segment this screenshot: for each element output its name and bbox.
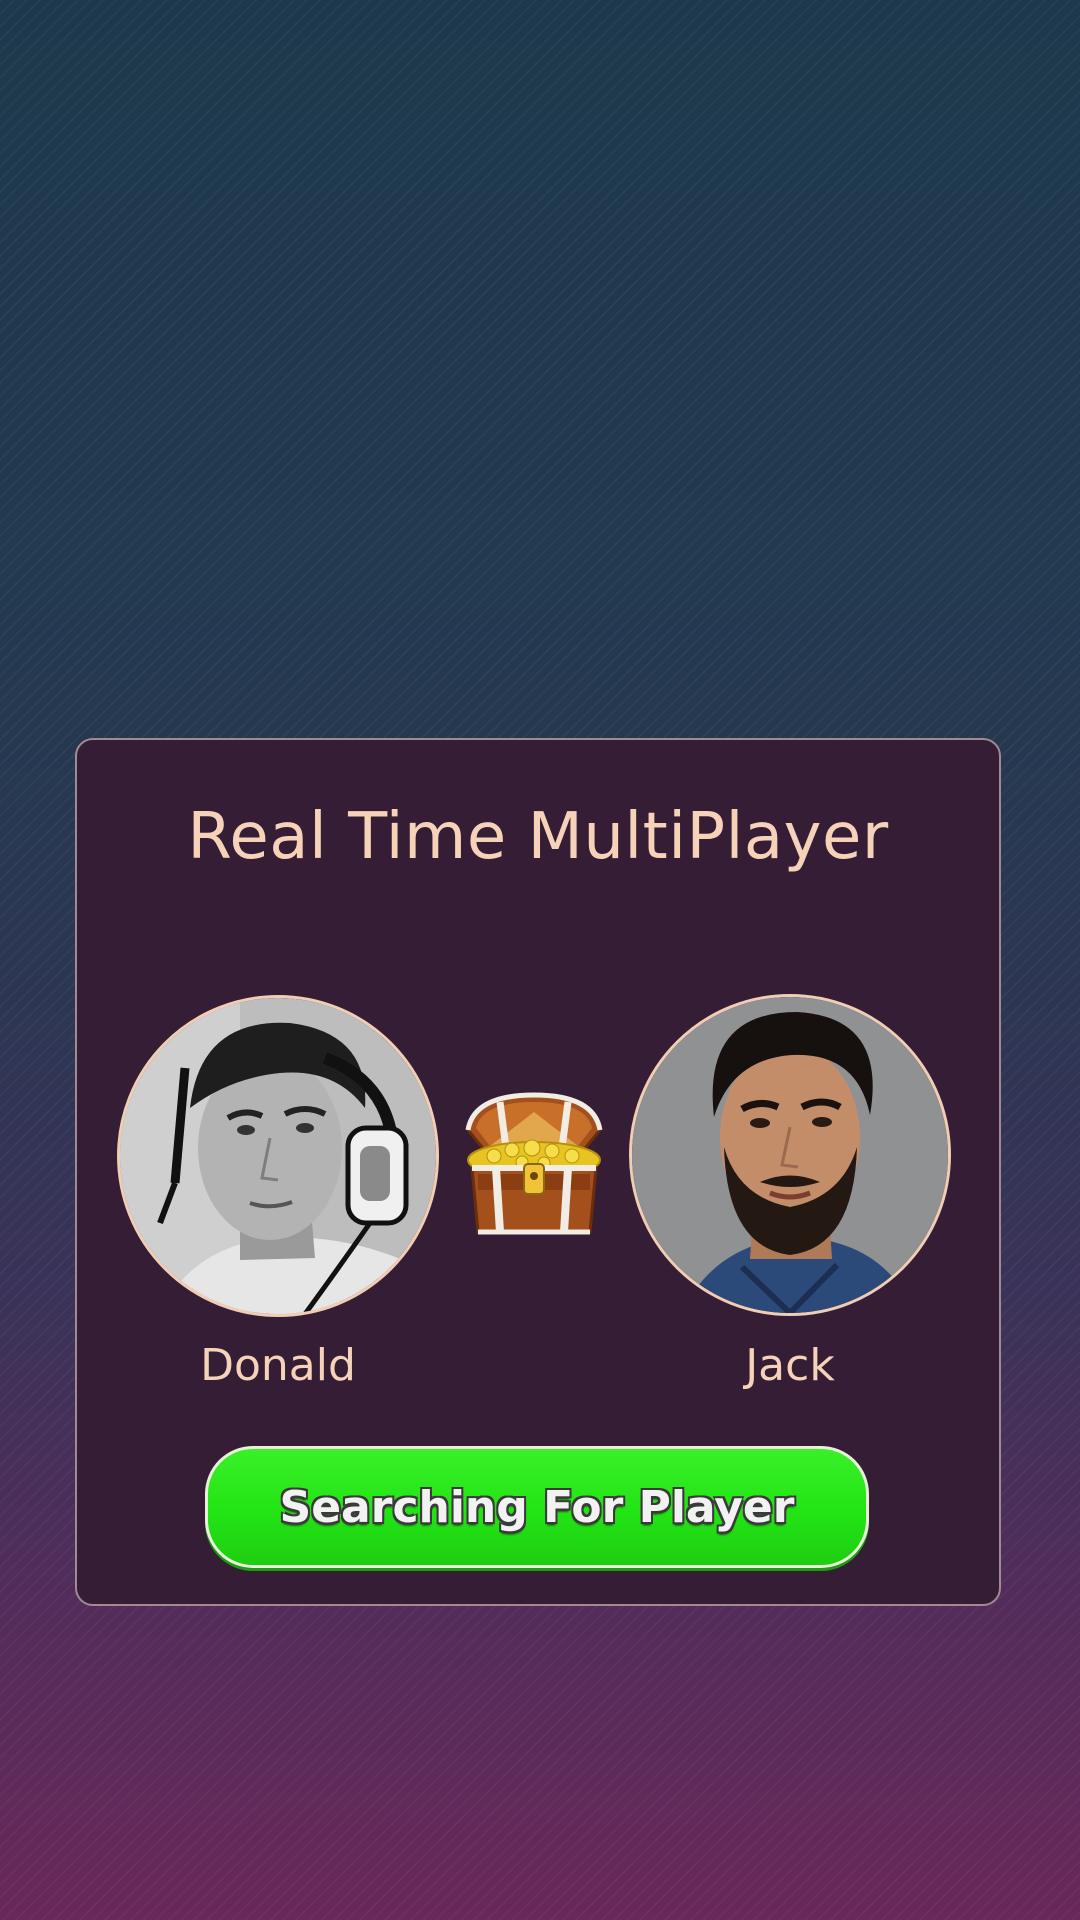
searching-for-player-button[interactable]: Searching For Player bbox=[205, 1446, 869, 1568]
matchmaking-panel: Real Time MultiPlayer Donald Jack Search… bbox=[75, 738, 1001, 1606]
player-avatar-left bbox=[117, 995, 439, 1317]
avatar-photo-icon bbox=[632, 997, 948, 1313]
avatar-photo-icon bbox=[120, 998, 436, 1314]
player-name-right: Jack bbox=[745, 1340, 835, 1391]
panel-title: Real Time MultiPlayer bbox=[187, 800, 889, 874]
treasure-chest-icon bbox=[460, 1090, 608, 1238]
search-button-label: Searching For Player bbox=[279, 1481, 795, 1533]
player-name-left: Donald bbox=[200, 1340, 356, 1391]
player-avatar-right bbox=[629, 994, 951, 1316]
